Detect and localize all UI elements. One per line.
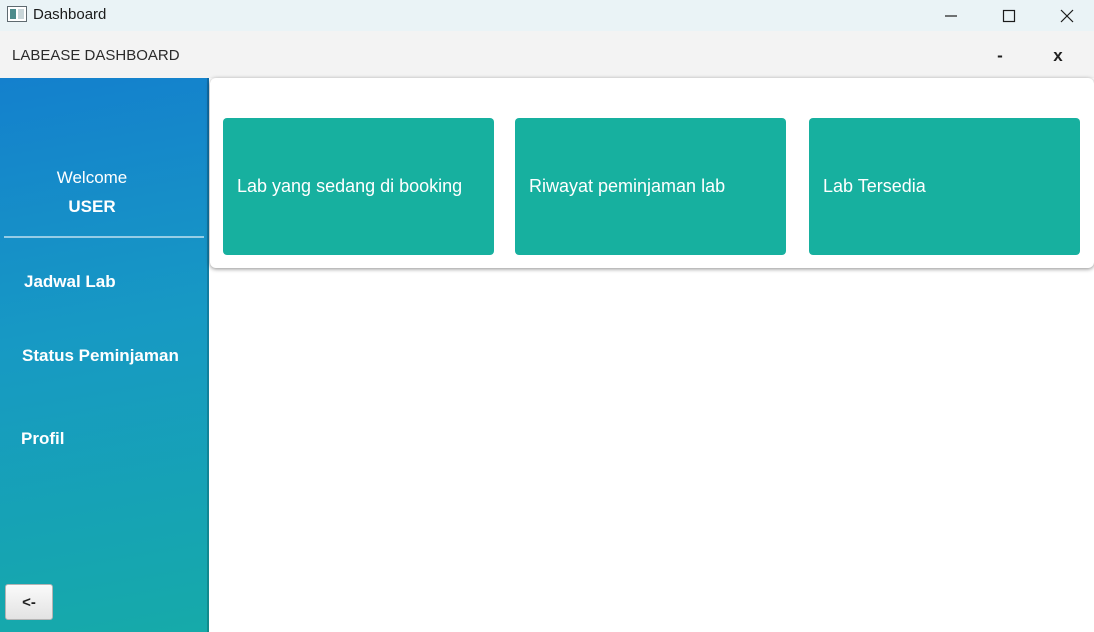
tile-label: Lab Tersedia	[823, 176, 926, 196]
tile-lab-tersedia[interactable]: Lab Tersedia	[809, 118, 1080, 255]
window-close-button[interactable]	[1038, 0, 1094, 31]
minimize-icon	[945, 14, 957, 17]
welcome-label: Welcome	[56, 168, 128, 187]
app-window: Dashboard LABEASE DASHBOARD - x Welcome …	[0, 0, 1094, 632]
window-title: Dashboard	[33, 6, 107, 23]
sidebar-item-status-peminjaman[interactable]: Status Peminjaman	[22, 346, 179, 366]
app-close-button[interactable]: x	[1038, 43, 1078, 69]
sidebar: Welcome USER Jadwal Lab Status Peminjama…	[0, 78, 209, 632]
sidebar-item-profil[interactable]: Profil	[21, 429, 64, 449]
tile-label: Riwayat peminjaman lab	[529, 176, 726, 196]
tile-label: Lab yang sedang di booking	[237, 176, 463, 196]
maximize-icon	[1002, 9, 1016, 22]
app-title: LABEASE DASHBOARD	[12, 47, 180, 64]
window-minimize-button[interactable]	[922, 0, 980, 31]
user-name: USER	[68, 197, 116, 216]
os-titlebar[interactable]: Dashboard	[0, 0, 1094, 31]
back-button[interactable]: <-	[5, 584, 53, 620]
close-icon	[1060, 9, 1074, 22]
app-window-icon	[7, 6, 27, 22]
app-header: LABEASE DASHBOARD - x	[0, 31, 1094, 78]
tile-riwayat-peminjaman[interactable]: Riwayat peminjaman lab	[515, 118, 786, 255]
sidebar-divider	[4, 236, 204, 238]
app-minimize-button[interactable]: -	[980, 43, 1020, 69]
main-content: Lab yang sedang di booking Riwayat pemin…	[209, 78, 1094, 632]
summary-panel: Lab yang sedang di booking Riwayat pemin…	[210, 78, 1094, 268]
window-maximize-button[interactable]	[980, 0, 1038, 31]
tile-lab-booking[interactable]: Lab yang sedang di booking	[223, 118, 494, 255]
sidebar-item-jadwal-lab[interactable]: Jadwal Lab	[24, 272, 116, 292]
